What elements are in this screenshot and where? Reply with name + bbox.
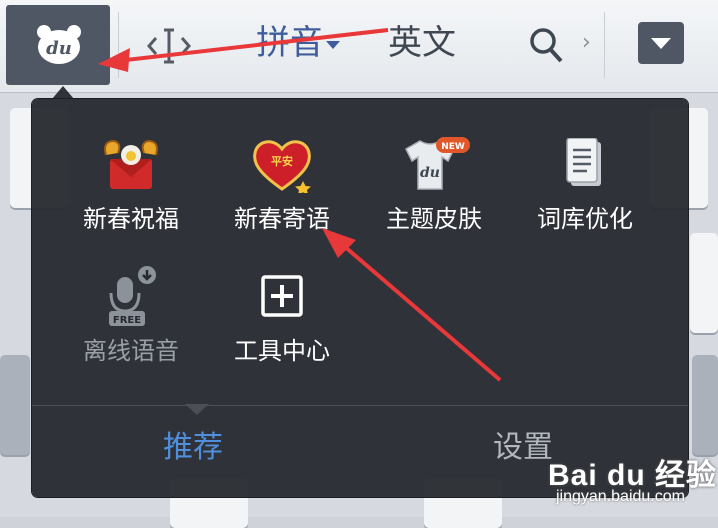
baidu-jingyan-watermark: Bai du 经验 jingyan.baidu.com [548,448,718,517]
annotation-arrows [98,28,502,382]
watermark-url: jingyan.baidu.com [556,488,685,505]
